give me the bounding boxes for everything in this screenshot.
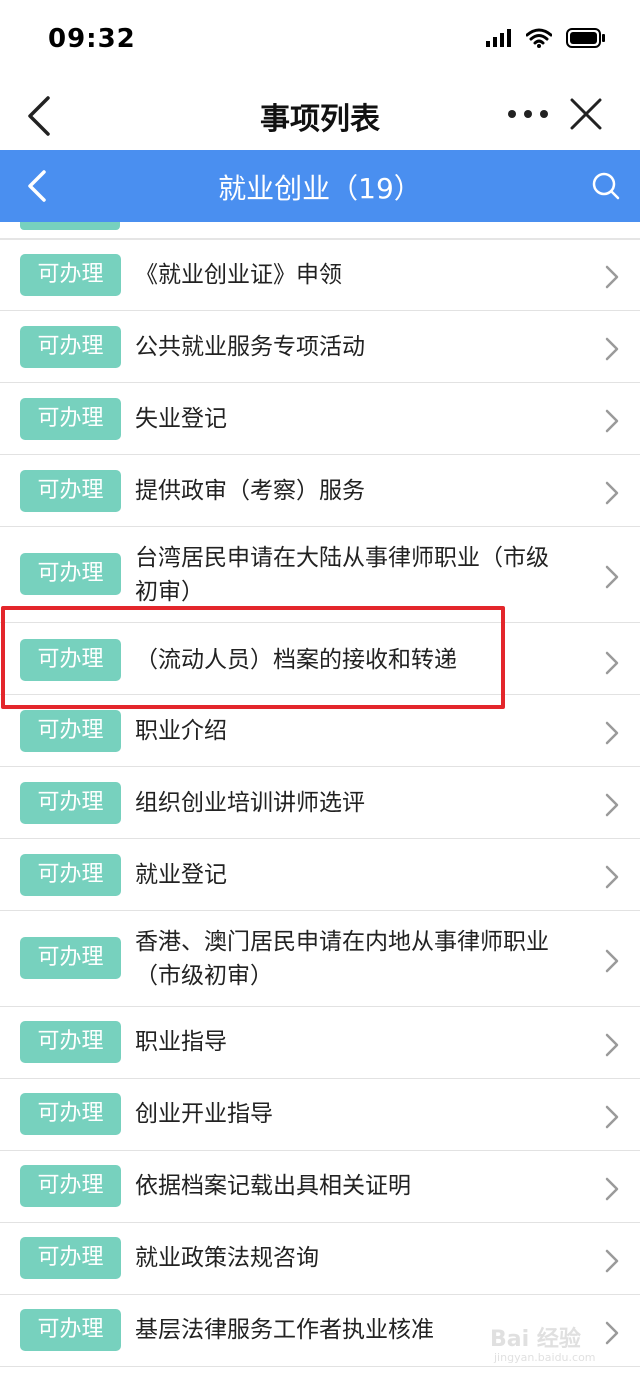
chevron-right-icon: [605, 1249, 619, 1273]
item-label: 依据档案记载出具相关证明: [135, 1173, 411, 1199]
status-badge: 可办理: [20, 1093, 121, 1135]
item-label: 公共就业服务专项活动: [135, 334, 365, 360]
item-list: 可办理 《就业创业证》申领 可办理 公共就业服务专项活动 可办理 失业登记 可办…: [0, 222, 640, 1386]
item-label: 香港、澳门居民申请在内地从事律师职业（市级初审）: [135, 929, 549, 989]
status-badge: 可办理: [20, 254, 121, 296]
status-badge: 可办理: [20, 398, 121, 440]
chevron-right-icon: [605, 793, 619, 817]
item-label: 组织创业培训讲师选评: [135, 790, 365, 816]
list-item[interactable]: 可办理 提供政审（考察）服务: [0, 455, 640, 527]
item-label: 职业指导: [135, 1029, 227, 1055]
item-label: 台湾居民申请在大陆从事律师职业（市级初审）: [135, 545, 549, 605]
status-badge: 可办理: [20, 326, 121, 368]
list-item[interactable]: 可办理 《就业创业证》申领: [0, 240, 640, 311]
status-badge: 可办理: [20, 1309, 121, 1351]
status-badge: 可办理: [20, 553, 121, 595]
list-item-partial: [0, 1377, 640, 1386]
search-button[interactable]: [590, 170, 622, 202]
list-item-partial: [0, 222, 640, 240]
chevron-right-icon: [605, 865, 619, 889]
list-item[interactable]: 可办理 就业登记: [0, 839, 640, 911]
watermark-logo: Bai 经验 jingyan.baidu.com: [490, 1315, 620, 1369]
list-item[interactable]: 可办理 依据档案记载出具相关证明: [0, 1151, 640, 1223]
chevron-right-icon: [605, 949, 619, 973]
item-label: 创业开业指导: [135, 1101, 273, 1127]
item-label: 提供政审（考察）服务: [135, 478, 365, 504]
status-badge-partial: [20, 222, 120, 230]
battery-icon: [566, 28, 605, 48]
watermark-text: Bai 经验: [490, 1327, 581, 1352]
more-icon: [508, 110, 548, 118]
status-badge: 可办理: [20, 1021, 121, 1063]
item-label: 就业登记: [135, 862, 227, 888]
status-badge: 可办理: [20, 1165, 121, 1207]
chevron-right-icon: [605, 721, 619, 745]
status-bar: 09:32: [0, 0, 640, 80]
list-item[interactable]: 可办理 失业登记: [0, 383, 640, 455]
item-label: 就业政策法规咨询: [135, 1245, 319, 1271]
list-item[interactable]: 可办理 创业开业指导: [0, 1079, 640, 1151]
item-label: 《就业创业证》申领: [135, 262, 342, 288]
search-icon: [592, 172, 620, 200]
status-icons: [486, 28, 606, 48]
status-badge: 可办理: [20, 937, 121, 979]
status-time: 09:32: [48, 24, 136, 54]
list-item[interactable]: 可办理 就业政策法规咨询: [0, 1223, 640, 1295]
watermark-subtext: jingyan.baidu.com: [494, 1351, 596, 1364]
list-item[interactable]: 可办理 职业指导: [0, 1007, 640, 1079]
highlight-annotation: [1, 606, 505, 709]
chevron-right-icon: [605, 265, 619, 289]
category-title: 就业创业（19）: [218, 172, 422, 205]
status-badge: 可办理: [20, 470, 121, 512]
list-item[interactable]: 可办理 香港、澳门居民申请在内地从事律师职业（市级初审）: [0, 911, 640, 1007]
list-item[interactable]: 可办理 公共就业服务专项活动: [0, 311, 640, 383]
chevron-right-icon: [605, 1033, 619, 1057]
item-label: 失业登记: [135, 406, 227, 432]
chevron-right-icon: [605, 409, 619, 433]
chevron-right-icon: [605, 1177, 619, 1201]
status-badge: 可办理: [20, 1237, 121, 1279]
chevron-right-icon: [605, 337, 619, 361]
chevron-right-icon: [605, 481, 619, 505]
item-label: 职业介绍: [135, 718, 227, 744]
chevron-right-icon: [605, 1105, 619, 1129]
list-item[interactable]: 可办理 组织创业培训讲师选评: [0, 767, 640, 839]
chevron-right-icon: [605, 565, 619, 589]
nav-bar: 事项列表: [0, 80, 640, 150]
more-button[interactable]: [504, 102, 552, 126]
category-header: 就业创业（19）: [0, 150, 640, 222]
status-badge: 可办理: [20, 782, 121, 824]
chevron-right-icon: [605, 651, 619, 675]
signal-icon: [486, 29, 511, 47]
status-badge: 可办理: [20, 710, 121, 752]
status-badge: 可办理: [20, 854, 121, 896]
close-button[interactable]: [568, 96, 604, 132]
close-icon: [570, 98, 602, 130]
wifi-icon: [526, 28, 552, 48]
